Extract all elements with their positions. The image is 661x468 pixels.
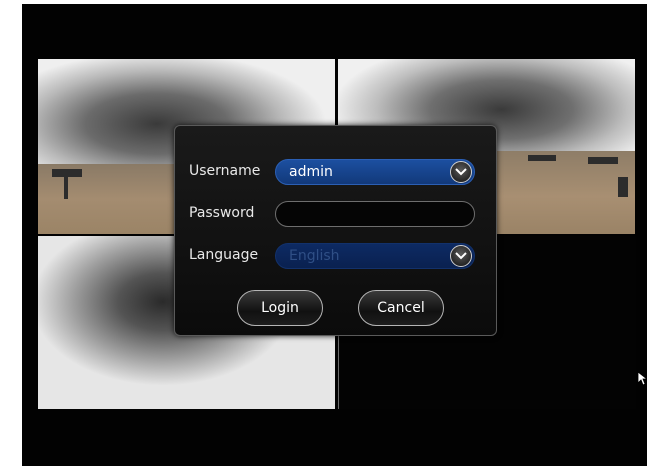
chevron-down-icon [455, 168, 467, 176]
dvr-screen: Username admin Password Language English… [22, 4, 647, 466]
username-label: Username [189, 163, 261, 179]
login-button[interactable]: Login [237, 290, 323, 326]
username-select[interactable]: admin [275, 159, 475, 185]
camera-1-chair [52, 169, 82, 177]
username-dropdown-button[interactable] [450, 161, 472, 183]
camera-1-chair-leg [64, 177, 68, 199]
cancel-button[interactable]: Cancel [358, 290, 444, 326]
mouse-pointer-icon [638, 372, 647, 386]
password-field[interactable] [275, 201, 475, 227]
camera-2-chair-a [528, 155, 556, 161]
login-dialog: Username admin Password Language English… [174, 125, 497, 336]
chevron-down-icon [455, 252, 467, 260]
language-value: English [289, 248, 340, 264]
language-select[interactable]: English [275, 243, 475, 269]
camera-2-chair-b [588, 157, 618, 164]
password-label: Password [189, 205, 255, 221]
camera-2-chair-c [618, 177, 628, 197]
language-dropdown-button[interactable] [450, 245, 472, 267]
username-value: admin [289, 164, 333, 180]
language-label: Language [189, 247, 259, 263]
